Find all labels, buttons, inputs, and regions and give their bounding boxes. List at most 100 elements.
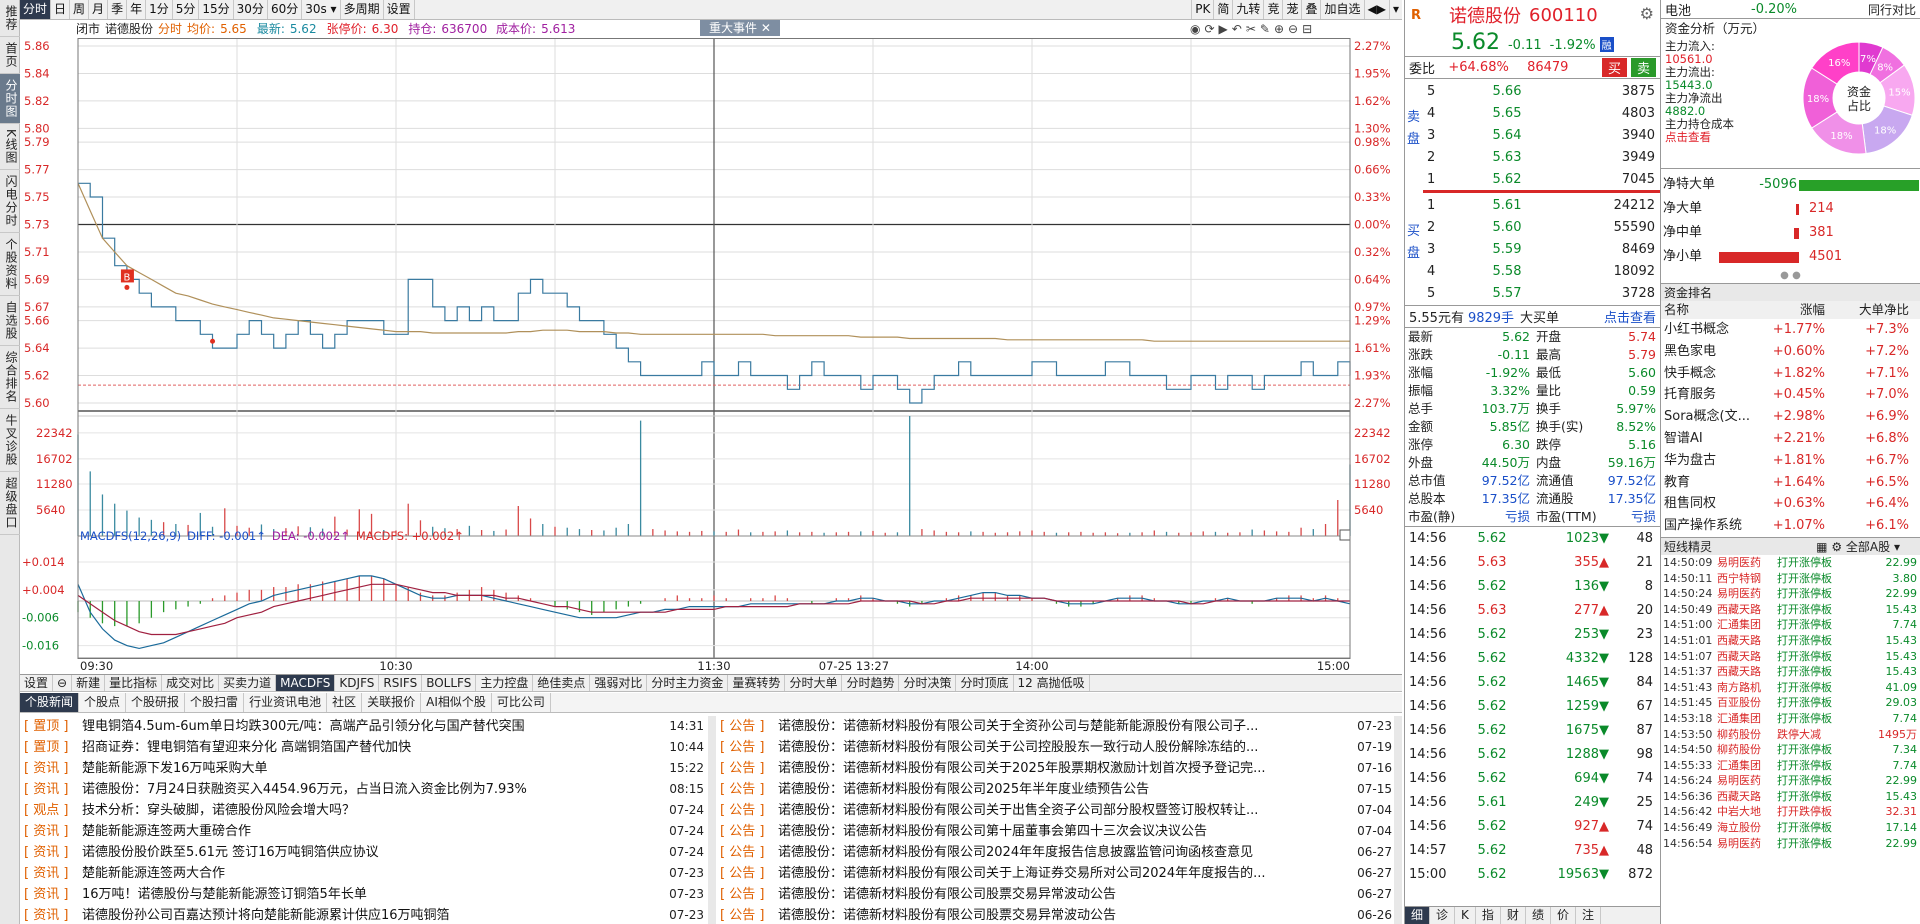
rank-name[interactable]: 国产操作系统 bbox=[1661, 515, 1765, 537]
book-row[interactable]: 3 5.59 8469 bbox=[1427, 239, 1657, 261]
indicator-tab[interactable]: MACDFS bbox=[276, 675, 336, 691]
news-title[interactable]: 诺德股份：诺德新材料股份有限公司关于公司控股股东一致行动人股份解除冻结的... bbox=[778, 737, 1354, 758]
spirit-stock[interactable]: 海立股份 bbox=[1717, 820, 1777, 836]
spirit-stock[interactable]: 易明医药 bbox=[1717, 555, 1777, 571]
rank-col-header[interactable]: 涨幅 bbox=[1765, 301, 1825, 319]
spirit-row[interactable]: 14:50:24 易明医药 打开涨停板 22.99 bbox=[1661, 586, 1920, 602]
spirit-row[interactable]: 14:53:50 柳药股份 跌停大减 1495万 bbox=[1661, 727, 1920, 743]
toolbar-button[interactable]: 茏 bbox=[1282, 0, 1301, 19]
quote-tab[interactable]: 财 bbox=[1501, 907, 1526, 924]
spirit-row[interactable]: 14:56:49 海立股份 打开涨停板 17.14 bbox=[1661, 820, 1920, 836]
period-tab[interactable]: 30分 bbox=[234, 0, 268, 19]
minus-icon[interactable]: ⊟ bbox=[1302, 20, 1312, 38]
news-tab[interactable]: 社区 bbox=[327, 693, 363, 712]
news-item[interactable]: [ 公告 ] 诺德股份：诺德新材料股份有限公司关于出售全资子公司部分股权暨签订股权… bbox=[720, 800, 1392, 821]
spirit-stock[interactable]: 西藏天路 bbox=[1717, 649, 1777, 665]
rank-name[interactable]: 租售同权 bbox=[1661, 493, 1765, 515]
rank-name[interactable]: 华为盘古 bbox=[1661, 450, 1765, 472]
news-scrollbar-left[interactable] bbox=[708, 716, 716, 924]
pager-dots[interactable]: ● ● bbox=[1661, 269, 1920, 283]
grid-icon[interactable]: ▦ bbox=[1816, 540, 1827, 554]
indicator-tab[interactable]: 买卖力道 bbox=[219, 675, 277, 691]
news-title[interactable]: 招商证券：锂电铜箔有望迎来分化 高端铜箔国产替代加快 bbox=[82, 737, 666, 758]
period-tab[interactable]: 周 bbox=[70, 0, 90, 19]
rank-name[interactable]: 黑色家电 bbox=[1661, 341, 1765, 363]
toolbar-button[interactable]: 叠 bbox=[1301, 0, 1320, 19]
period-tab[interactable]: 日 bbox=[51, 0, 71, 19]
toolbar-button[interactable]: 九转 bbox=[1232, 0, 1263, 19]
news-title[interactable]: 诺德股份：诺德新材料股份有限公司关于2025年股票期权激励计划首次授予登记完..… bbox=[778, 758, 1354, 779]
spirit-row[interactable]: 14:55:33 汇通集团 打开涨停板 7.74 bbox=[1661, 758, 1920, 774]
spirit-stock[interactable]: 百亚股份 bbox=[1717, 695, 1777, 711]
rank-row[interactable]: 教育 +1.64% +6.5% bbox=[1661, 472, 1920, 494]
spirit-row[interactable]: 14:51:43 南方路机 打开涨停板 41.09 bbox=[1661, 680, 1920, 696]
indicator-tab[interactable]: KDJFS bbox=[335, 675, 380, 691]
spirit-stock[interactable]: 柳药股份 bbox=[1717, 727, 1777, 743]
rank-row[interactable]: 租售同权 +0.63% +6.4% bbox=[1661, 493, 1920, 515]
sidebar-tab[interactable]: 超级盘口 bbox=[0, 472, 20, 535]
news-item[interactable]: [ 公告 ] 诺德股份：诺德新材料股份有限公司关于上海证券交易所对公司2024年年… bbox=[720, 863, 1392, 884]
period-tab[interactable]: 多周期 bbox=[341, 0, 384, 19]
close-icon[interactable]: ✕ bbox=[761, 21, 771, 35]
period-tab[interactable]: 15分 bbox=[199, 0, 234, 19]
news-title[interactable]: 诺德股份股价跌至5.61元 签订16万吨铜箔供应协议 bbox=[82, 842, 666, 863]
spirit-stock[interactable]: 易明医药 bbox=[1717, 836, 1777, 852]
news-item[interactable]: [ 公告 ] 诺德股份：诺德新材料股份有限公司第十届董事会第四十三次会议决议公告 0… bbox=[720, 821, 1392, 842]
spirit-row[interactable]: 14:51:07 西藏天路 打开涨停板 15.43 bbox=[1661, 649, 1920, 665]
spirit-stock[interactable]: 柳药股份 bbox=[1717, 742, 1777, 758]
sidebar-tab[interactable]: 个股资料 bbox=[0, 233, 20, 296]
spirit-stock[interactable]: 西藏天路 bbox=[1717, 602, 1777, 618]
news-tab[interactable]: 行业资讯电池 bbox=[244, 693, 328, 712]
news-tab[interactable]: 可比公司 bbox=[492, 693, 551, 712]
book-row[interactable]: 2 5.60 55590 bbox=[1427, 217, 1657, 239]
quote-tab[interactable]: 价 bbox=[1551, 907, 1576, 924]
news-item[interactable]: [ 公告 ] 诺德股份：诺德新材料股份有限公司关于2025年股票期权激励计划首次授… bbox=[720, 758, 1392, 779]
rank-row[interactable]: 华为盘古 +1.81% +6.7% bbox=[1661, 450, 1920, 472]
news-item[interactable]: [ 资讯 ] 楚能新能源下发16万吨采购大单 15:22 bbox=[24, 758, 704, 779]
rank-row[interactable]: 国产操作系统 +1.07% +6.1% bbox=[1661, 515, 1920, 537]
toolbar-button[interactable]: 加自选 bbox=[1320, 0, 1363, 19]
period-tab[interactable]: 30s ▾ bbox=[302, 0, 341, 19]
sidebar-tab[interactable]: 牛叉诊股 bbox=[0, 409, 20, 472]
book-row[interactable]: 4 5.65 4803 bbox=[1427, 103, 1657, 125]
news-item[interactable]: [ 置顶 ] 锂电铜箔4.5um-6um单日均跌300元/吨：高端产品引领分化与国… bbox=[24, 716, 704, 737]
indicator-tab[interactable]: 分时趋势 bbox=[842, 675, 900, 691]
news-item[interactable]: [ 资讯 ] 楚能新能源连签两大合作 07-23 bbox=[24, 863, 704, 884]
indicator-tab[interactable]: 新建 bbox=[72, 675, 106, 691]
news-title[interactable]: 锂电铜箔4.5um-6um单日均跌300元/吨：高端产品引领分化与国产替代突围 bbox=[82, 716, 666, 737]
rank-name[interactable]: 小红书概念 bbox=[1661, 319, 1765, 341]
news-title[interactable]: 技术分析：穿头破脚，诺德股份风险会增大吗？ bbox=[82, 800, 666, 821]
close-indicator-icon[interactable] bbox=[1339, 529, 1351, 541]
rank-row[interactable]: 智谱AI +2.21% +6.8% bbox=[1661, 428, 1920, 450]
sidebar-tab[interactable]: 分时图 bbox=[0, 74, 20, 124]
undo-icon[interactable]: ↶ bbox=[1232, 20, 1242, 38]
spirit-stock[interactable]: 汇通集团 bbox=[1717, 711, 1777, 727]
indicator-tab[interactable]: 绝佳卖点 bbox=[533, 675, 591, 691]
spirit-stock[interactable]: 西宁特钢 bbox=[1717, 571, 1777, 587]
spirit-stock[interactable]: 西藏天路 bbox=[1717, 633, 1777, 649]
news-item[interactable]: [ 公告 ] 诺德股份：诺德新材料股份有限公司股票交易异常波动公告 06-26 bbox=[720, 905, 1392, 924]
spirit-row[interactable]: 14:51:45 百亚股份 打开涨停板 29.03 bbox=[1661, 695, 1920, 711]
indicator-tab[interactable]: 分时决策 bbox=[899, 675, 957, 691]
book-row[interactable]: 4 5.58 18092 bbox=[1427, 261, 1657, 283]
news-title[interactable]: 诺德股份：诺德新材料股份有限公司关于出售全资子公司部分股权暨签订股权转让... bbox=[778, 800, 1354, 821]
book-row[interactable]: 5 5.57 3728 bbox=[1427, 283, 1657, 305]
news-item[interactable]: [ 公告 ] 诺德股份：诺德新材料股份有限公司2024年年度报告信息披露监管问询函… bbox=[720, 842, 1392, 863]
news-tab[interactable]: AI相似个股 bbox=[421, 693, 492, 712]
news-item[interactable]: [ 公告 ] 诺德股份：诺德新材料股份有限公司关于全资孙公司与楚能新能源股份有限公… bbox=[720, 716, 1392, 737]
spirit-row[interactable]: 14:51:37 西藏天路 打开涨停板 15.43 bbox=[1661, 664, 1920, 680]
news-title[interactable]: 诺德股份：诺德新材料股份有限公司关于上海证券交易所对公司2024年年度报告的..… bbox=[778, 863, 1354, 884]
spirit-stock[interactable]: 易明医药 bbox=[1717, 586, 1777, 602]
news-scrollbar-right[interactable] bbox=[1394, 716, 1402, 924]
spirit-stock[interactable]: 中岩大地 bbox=[1717, 804, 1777, 820]
sidebar-tab[interactable]: 闪电分时 bbox=[0, 170, 20, 233]
period-tab[interactable]: 月 bbox=[89, 0, 109, 19]
indicator-tab[interactable]: 12 高抛低吸 bbox=[1014, 675, 1090, 691]
news-tab[interactable]: 个股新闻 bbox=[20, 693, 80, 712]
rank-row[interactable]: 小红书概念 +1.77% +7.3% bbox=[1661, 319, 1920, 341]
spirit-stock[interactable]: 西藏天路 bbox=[1717, 664, 1777, 680]
sidebar-tab[interactable]: 自选股 bbox=[0, 296, 20, 346]
news-tab[interactable]: 关联报价 bbox=[362, 693, 422, 712]
news-item[interactable]: [ 资讯 ] 16万吨！诺德股份与楚能新能源签订铜箔5年长单 07-23 bbox=[24, 884, 704, 905]
spirit-row[interactable]: 14:53:18 汇通集团 打开涨停板 7.74 bbox=[1661, 711, 1920, 727]
